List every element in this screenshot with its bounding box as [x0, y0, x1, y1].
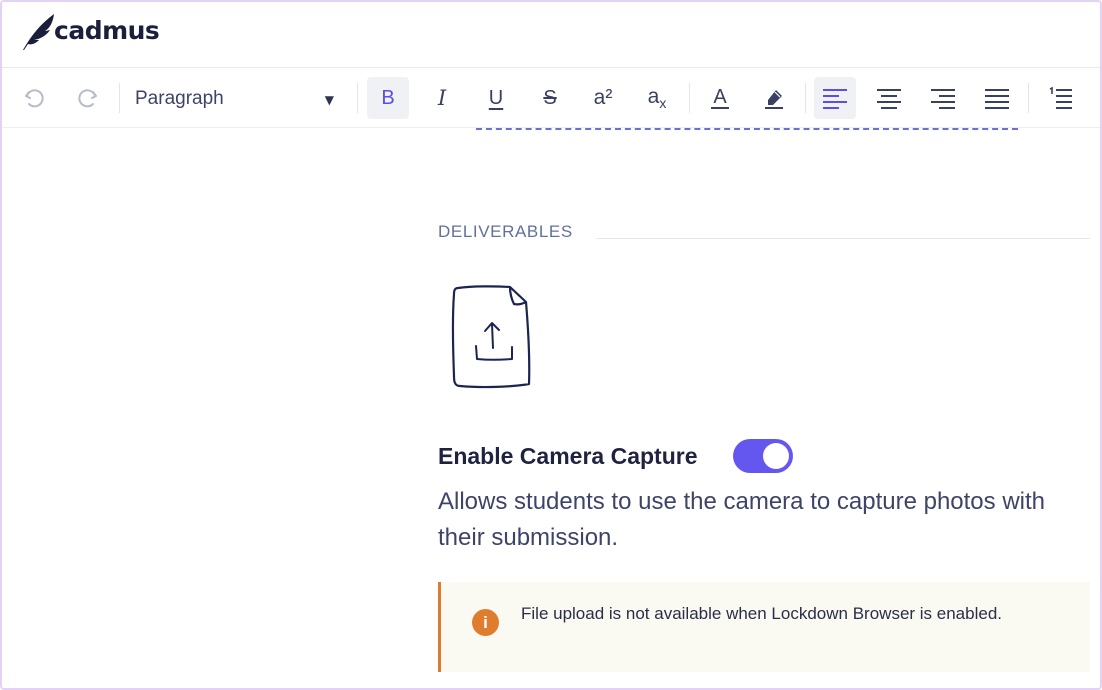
strikethrough-button[interactable]: S: [529, 77, 571, 119]
text-color-button[interactable]: A: [699, 77, 741, 119]
camera-capture-toggle[interactable]: [733, 439, 793, 473]
text-color-icon: A: [711, 86, 729, 109]
toolbar-divider: [1028, 83, 1029, 113]
italic-button[interactable]: I: [421, 77, 463, 119]
align-left-icon: [823, 89, 847, 109]
camera-capture-title: Enable Camera Capture: [438, 443, 698, 469]
subscript-base: a: [647, 84, 660, 108]
redo-button[interactable]: [67, 77, 109, 119]
camera-capture-description: Allows students to use the camera to cap…: [438, 488, 1045, 551]
highlight-button[interactable]: [753, 77, 795, 119]
quill-logo-icon: [23, 14, 54, 50]
italic-icon: I: [437, 86, 447, 110]
undo-button[interactable]: [13, 77, 55, 119]
strikethrough-icon: S: [543, 86, 557, 109]
caret-down-icon: ▼: [324, 93, 334, 107]
align-right-button[interactable]: [922, 77, 964, 119]
block-format-select[interactable]: Paragraph ▼: [128, 83, 344, 115]
highlighter-icon: [765, 90, 783, 109]
align-center-icon: [877, 89, 901, 109]
app-window: cadmus Paragraph ▼ B I U S a² ax A DELIV…: [0, 0, 1102, 690]
redo-icon: [78, 89, 97, 108]
app-header: cadmus: [2, 2, 1100, 68]
info-icon: i: [472, 609, 499, 636]
toolbar-divider: [689, 83, 690, 113]
toolbar-divider: [119, 83, 120, 113]
file-upload-icon: [451, 285, 531, 389]
toggle-knob: [763, 443, 789, 469]
align-justify-button[interactable]: [976, 77, 1018, 119]
align-right-icon: [931, 89, 955, 109]
bold-icon: B: [381, 86, 395, 109]
notice-text: File upload is not available when Lockdo…: [521, 604, 1003, 623]
underline-icon: U: [488, 86, 504, 109]
subscript-sub: x: [659, 95, 667, 112]
editor-toolbar: Paragraph ▼ B I U S a² ax A: [2, 69, 1100, 128]
numbered-list-button[interactable]: [1039, 77, 1081, 119]
superscript-button[interactable]: a²: [582, 77, 624, 119]
section-rule: [596, 238, 1090, 239]
subscript-icon: ax: [648, 85, 667, 111]
subscript-button[interactable]: ax: [636, 77, 678, 119]
editor-dashed-divider: [476, 128, 1018, 130]
section-heading: DELIVERABLES: [438, 222, 573, 241]
underline-button[interactable]: U: [475, 77, 517, 119]
logo-wordmark: cadmus: [54, 16, 160, 45]
align-left-button[interactable]: [814, 77, 856, 119]
align-justify-icon: [985, 89, 1009, 109]
superscript-icon: a²: [593, 86, 613, 109]
bold-button[interactable]: B: [367, 77, 409, 119]
toolbar-divider: [805, 83, 806, 113]
align-center-button[interactable]: [868, 77, 910, 119]
block-format-value: Paragraph: [135, 88, 224, 109]
lockdown-notice: i File upload is not available when Lock…: [438, 582, 1090, 672]
toolbar-divider: [357, 83, 358, 113]
numbered-list-icon: [1049, 86, 1072, 109]
undo-icon: [25, 89, 44, 108]
